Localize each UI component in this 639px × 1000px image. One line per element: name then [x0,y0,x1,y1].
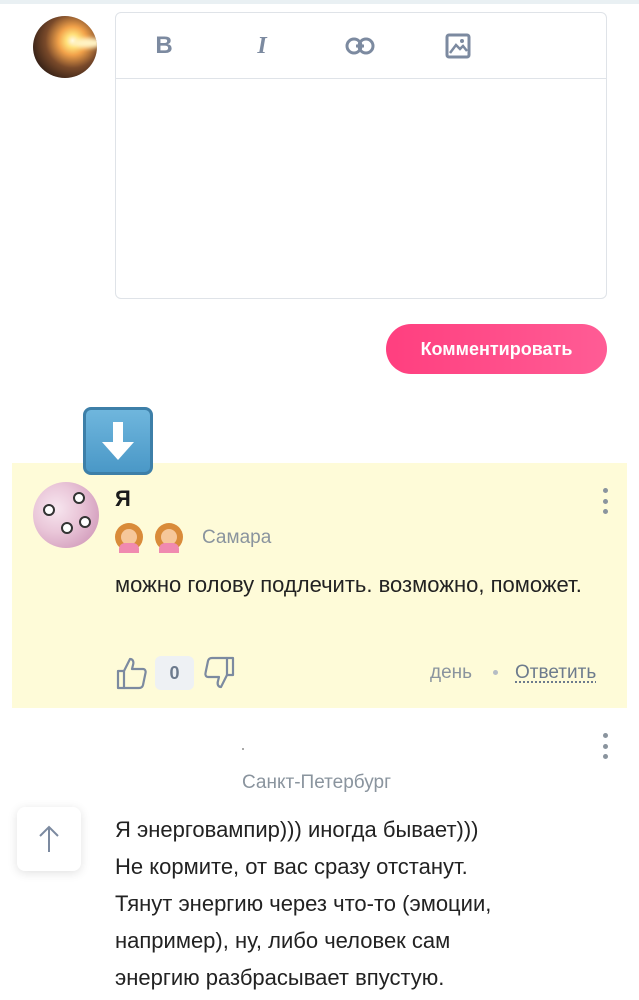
link-button[interactable] [342,29,378,63]
girl-badge-icon [113,523,145,553]
like-count: 0 [155,656,194,690]
thumbs-down-icon[interactable] [203,656,235,690]
editor-toolbar: B I [116,13,606,79]
comment-line: Тянут энергию через что-то (эмоции, [115,891,492,916]
comment-city: Самара [202,527,272,548]
reply-link[interactable]: Ответить [515,662,596,684]
comment-author-name[interactable]: Я [115,486,131,512]
italic-icon: I [257,32,267,59]
comment-line: Не кормите, от вас сразу отстанут. [115,854,468,879]
link-icon [345,37,375,55]
image-icon [445,33,471,59]
scroll-to-top-button[interactable] [17,807,81,871]
girl-badge-icon [153,523,185,553]
separator-dot [493,670,498,675]
submit-comment-button[interactable]: Комментировать [386,324,607,374]
arrow-up-icon [39,825,59,852]
comment-text: Я энерговампир))) иногда бывает))) Не ко… [115,811,615,996]
thumbs-up-icon[interactable] [116,656,148,690]
comment-text: можно голову подлечить. возможно, поможе… [115,572,582,597]
more-vertical-icon[interactable] [601,733,609,759]
comment-editor: B I [115,12,607,299]
comment-textarea[interactable] [116,79,606,298]
comment-line: Я энерговампир))) иногда бывает))) [115,817,479,842]
comment-time: день [430,662,473,683]
comment-city: Санкт-Петербург [242,772,392,793]
comment-line: например), ну, либо человек сам [115,928,451,953]
bold-button[interactable]: B [146,29,182,63]
current-user-avatar [33,16,97,78]
image-button[interactable] [440,29,476,63]
comment-author-avatar[interactable] [33,482,99,548]
down-arrow-icon [83,407,153,475]
more-vertical-icon[interactable] [601,488,609,514]
comment-line: энергию разбрасывает впустую. [115,965,445,990]
author-placeholder [242,748,244,750]
italic-button[interactable]: I [244,29,280,63]
top-divider [0,0,639,4]
user-badges [113,523,185,553]
bold-icon: B [155,32,173,59]
